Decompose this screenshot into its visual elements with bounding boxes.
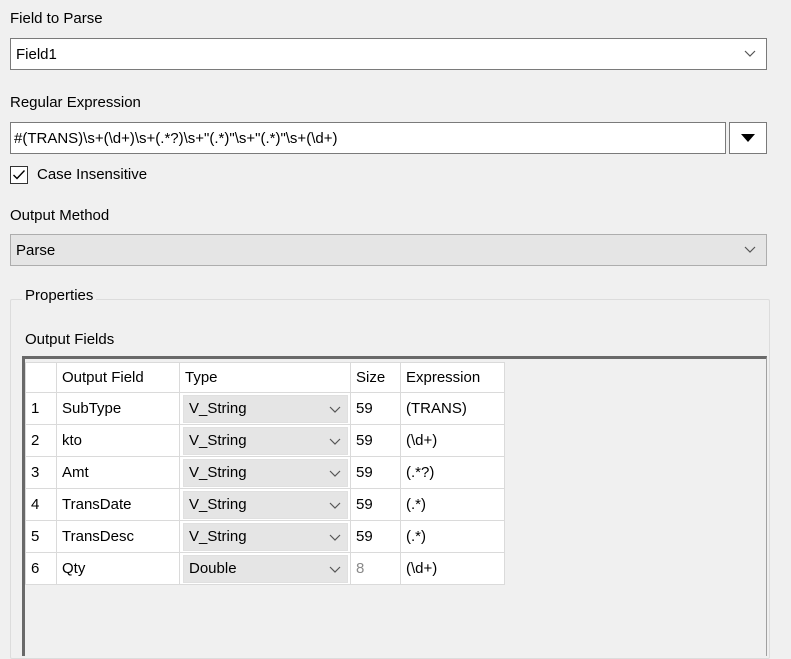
field-to-parse-label: Field to Parse [10,10,103,27]
table-row[interactable]: 4 TransDate V_String 59 (.*) [25,488,505,521]
column-header-size[interactable]: Size [350,362,401,393]
size-cell[interactable]: 59 [350,488,401,521]
row-number: 2 [25,424,57,457]
row-number: 5 [25,520,57,553]
checkmark-icon [13,170,26,180]
output-fields-table: Output Field Type Size Expression 1 SubT… [25,362,505,585]
size-cell[interactable]: 59 [350,392,401,425]
case-insensitive-checkbox[interactable] [10,166,28,184]
type-cell[interactable]: Double [179,552,351,585]
properties-title: Properties [22,287,97,304]
type-cell[interactable]: V_String [179,392,351,425]
column-header-expression[interactable]: Expression [400,362,505,393]
type-dropdown[interactable]: V_String [183,490,348,519]
type-value: V_String [189,528,247,545]
expression-cell[interactable]: (.*) [400,488,505,521]
table-header-row: Output Field Type Size Expression [25,362,505,393]
type-value: Double [189,560,237,577]
type-dropdown[interactable]: V_String [183,522,348,551]
output-field-cell[interactable]: TransDate [56,488,180,521]
expression-cell[interactable]: (.*?) [400,456,505,489]
column-header-num [25,362,57,393]
table-row[interactable]: 6 Qty Double 8 (\d+) [25,552,505,585]
type-cell[interactable]: V_String [179,456,351,489]
row-number: 3 [25,456,57,489]
type-dropdown[interactable]: Double [183,554,348,583]
field-to-parse-dropdown[interactable]: Field1 [10,38,767,70]
regex-menu-button[interactable] [729,122,767,154]
type-cell[interactable]: V_String [179,424,351,457]
output-method-label: Output Method [10,207,110,224]
output-method-dropdown[interactable]: Parse [10,234,767,266]
chevron-down-icon [327,530,343,546]
expression-cell[interactable]: (.*) [400,520,505,553]
type-dropdown[interactable]: V_String [183,458,348,487]
output-field-cell[interactable]: Qty [56,552,180,585]
output-fields-label: Output Fields [25,331,115,348]
table-row[interactable]: 3 Amt V_String 59 (.*?) [25,456,505,489]
chevron-down-icon [327,434,343,450]
case-insensitive-label: Case Insensitive [37,166,148,183]
regex-label: Regular Expression [10,94,141,111]
size-cell: 8 [350,552,401,585]
expression-cell[interactable]: (\d+) [400,552,505,585]
type-dropdown[interactable]: V_String [183,426,348,455]
chevron-down-icon [327,466,343,482]
regex-input[interactable]: #(TRANS)\s+(\d+)\s+(.*?)\s+"(.*)"\s+"(.*… [10,122,726,154]
output-field-cell[interactable]: kto [56,424,180,457]
output-method-value: Parse [16,241,56,259]
chevron-down-icon [327,402,343,418]
type-dropdown[interactable]: V_String [183,394,348,423]
row-number: 4 [25,488,57,521]
type-value: V_String [189,464,247,481]
chevron-down-icon [742,242,758,258]
regex-value: #(TRANS)\s+(\d+)\s+(.*?)\s+"(.*)"\s+"(.*… [14,129,338,147]
chevron-down-icon [327,498,343,514]
type-cell[interactable]: V_String [179,520,351,553]
row-number: 1 [25,392,57,425]
table-row[interactable]: 1 SubType V_String 59 (TRANS) [25,392,505,425]
chevron-down-icon [327,562,343,578]
type-cell[interactable]: V_String [179,488,351,521]
table-row[interactable]: 2 kto V_String 59 (\d+) [25,424,505,457]
column-header-output-field[interactable]: Output Field [56,362,180,393]
column-header-type[interactable]: Type [179,362,351,393]
expression-cell[interactable]: (\d+) [400,424,505,457]
size-cell[interactable]: 59 [350,520,401,553]
size-cell[interactable]: 59 [350,424,401,457]
field-to-parse-value: Field1 [16,45,57,63]
chevron-down-icon [742,46,758,62]
output-field-cell[interactable]: SubType [56,392,180,425]
output-field-cell[interactable]: TransDesc [56,520,180,553]
size-cell[interactable]: 59 [350,456,401,489]
output-field-cell[interactable]: Amt [56,456,180,489]
triangle-down-icon [741,134,755,142]
type-value: V_String [189,496,247,513]
table-row[interactable]: 5 TransDesc V_String 59 (.*) [25,520,505,553]
row-number: 6 [25,552,57,585]
type-value: V_String [189,400,247,417]
expression-cell[interactable]: (TRANS) [400,392,505,425]
type-value: V_String [189,432,247,449]
